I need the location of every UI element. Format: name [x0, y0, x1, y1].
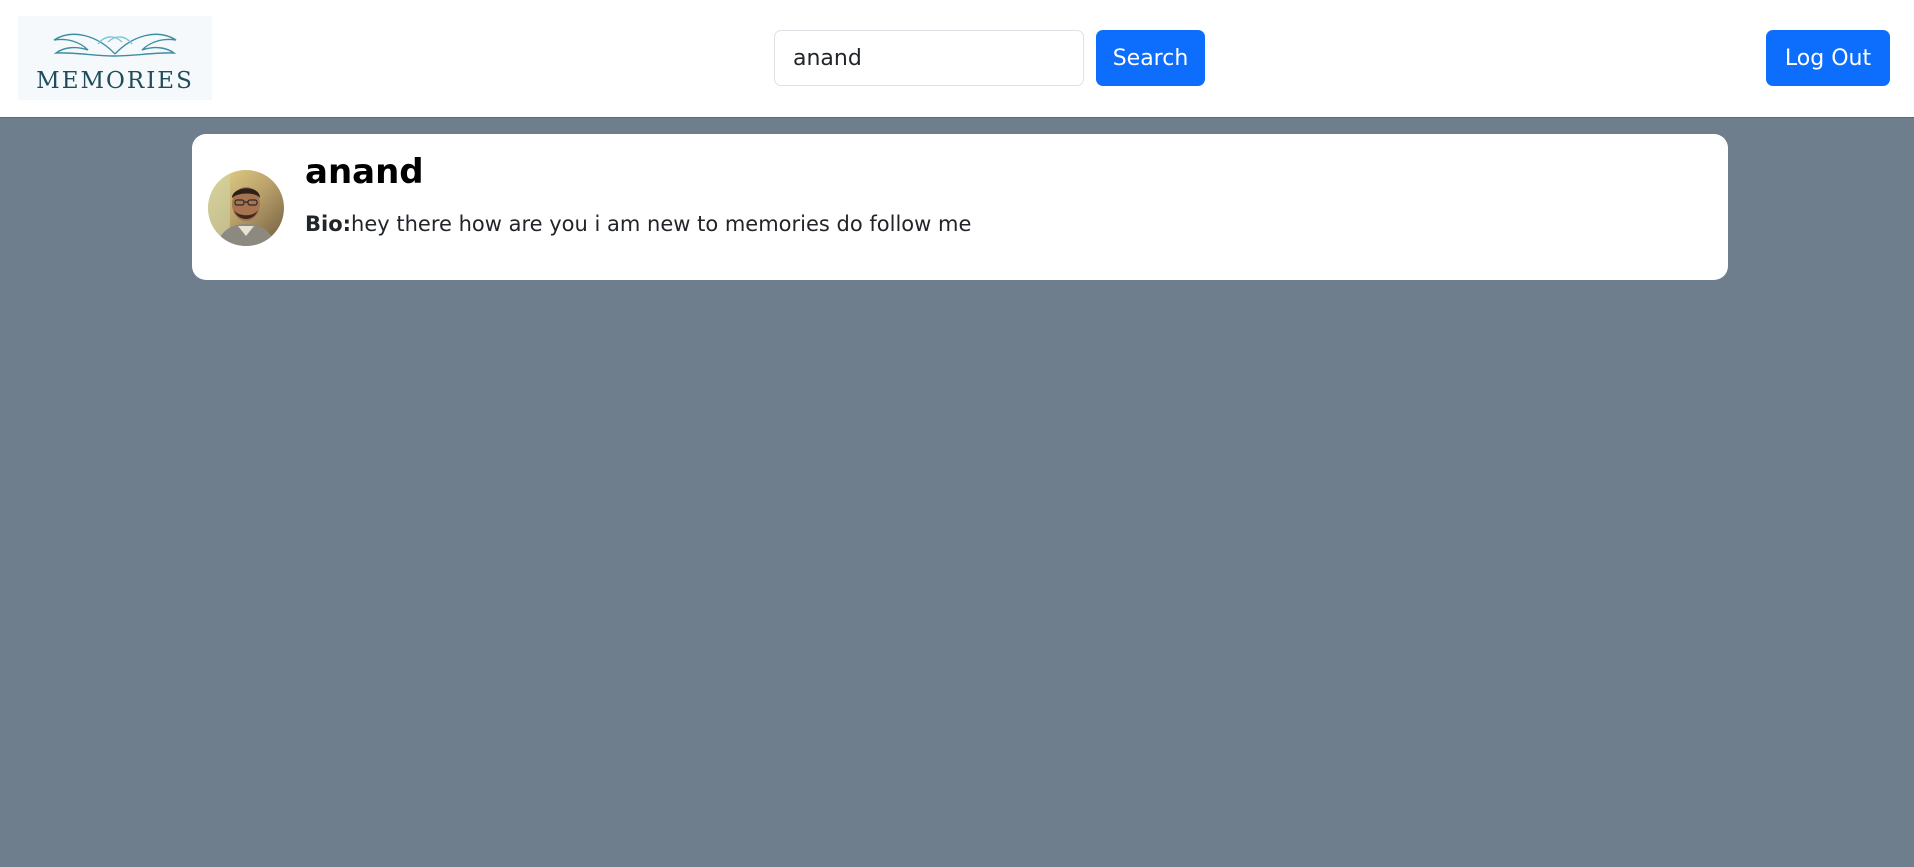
avatar[interactable] [208, 170, 284, 246]
memories-logo[interactable]: MEMORIES [18, 16, 212, 100]
wings-logo-icon [53, 33, 177, 57]
user-result-card[interactable]: anand Bio:hey there how are you i am new… [192, 134, 1728, 280]
logout-button[interactable]: Log Out [1766, 30, 1890, 86]
logo-text: MEMORIES [36, 68, 194, 94]
bio-label: Bio: [305, 212, 352, 236]
result-bio: Bio:hey there how are you i am new to me… [305, 212, 971, 236]
search-input[interactable] [774, 30, 1084, 86]
search-button[interactable]: Search [1096, 30, 1205, 86]
result-username[interactable]: anand [305, 152, 424, 192]
bio-text: hey there how are you i am new to memori… [351, 212, 972, 236]
navbar: MEMORIES Search Log Out [0, 0, 1914, 118]
user-photo-icon [208, 170, 284, 246]
